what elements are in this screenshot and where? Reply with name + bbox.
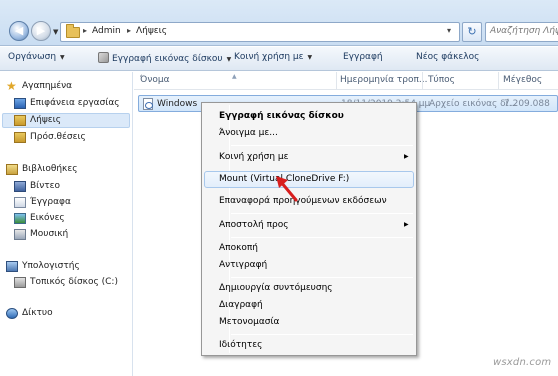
organize-label: Οργάνωση (8, 52, 57, 62)
nav-local-disk[interactable]: Τοπικός δίσκος (C:) (14, 277, 118, 288)
menu-separator (231, 277, 413, 278)
disc-image-file-icon (143, 98, 153, 110)
column-divider[interactable] (422, 72, 423, 90)
nav-computer[interactable]: Υπολογιστής (6, 261, 80, 272)
menu-item-delete[interactable]: Διαγραφή (219, 300, 263, 310)
nav-label: Λήψεις (30, 115, 61, 125)
search-placeholder: Αναζήτηση Λήψεις (490, 26, 558, 36)
music-icon (14, 229, 26, 240)
column-header-bar: Όνομα Ημερομηνία τροπ... Τύπος Μέγεθος (134, 72, 558, 90)
sort-arrow-icon: ▲ (232, 73, 237, 80)
organize-button[interactable]: Οργάνωση ▼ (8, 52, 65, 62)
nav-recent-places[interactable]: Πρόσ.θέσεις (14, 132, 86, 143)
chevron-down-icon: ▼ (60, 54, 65, 61)
chevron-right-icon[interactable]: ▸ (83, 26, 87, 35)
search-input[interactable]: Αναζήτηση Λήψεις (485, 22, 558, 42)
refresh-button[interactable]: ↻ (462, 22, 482, 42)
nav-label: Δίκτυο (22, 308, 53, 318)
command-bar: Οργάνωση ▼ Εγγραφή εικόνας δίσκου ▼ Κοινή … (0, 47, 558, 71)
nav-label: Τοπικός δίσκος (C:) (30, 277, 118, 287)
column-divider[interactable] (336, 72, 337, 90)
folder-icon (66, 24, 80, 38)
menu-item-properties[interactable]: Ιδιότητες (219, 340, 262, 350)
chevron-down-icon: ▼ (226, 56, 232, 63)
downloads-folder-icon (14, 115, 26, 126)
menu-separator (231, 145, 413, 146)
menu-separator (231, 237, 413, 238)
disc-image-icon (98, 52, 109, 63)
star-icon: ★ (6, 79, 17, 93)
menu-item-rename[interactable]: Μετονομασία (219, 317, 279, 327)
desktop-icon (14, 98, 26, 109)
nav-network[interactable]: Δίκτυο (6, 308, 53, 319)
nav-label: Υπολογιστής (22, 261, 80, 271)
burn-button[interactable]: Εγγραφή (343, 52, 383, 62)
navigation-pane: ★ Αγαπημένα Επιφάνεια εργασίας Λήψεις Πρό… (0, 72, 133, 376)
menu-item-restore-previous-versions[interactable]: Επαναφορά προηγούμενων εκδόσεων (219, 196, 387, 206)
nav-downloads[interactable]: Λήψεις (14, 115, 61, 126)
menu-item-copy[interactable]: Αντιγραφή (219, 260, 267, 270)
nav-label: Βίντεο (30, 181, 61, 191)
menu-item-cut[interactable]: Αποκοπή (219, 243, 258, 253)
nav-label: Βιβλιοθήκες (22, 164, 78, 174)
file-name: Windows (157, 99, 198, 109)
breadcrumb-admin[interactable]: Admin (92, 26, 121, 36)
menu-item-burn-image[interactable]: Εγγραφή εικόνας δίσκου (219, 111, 344, 121)
hard-disk-icon (14, 277, 26, 288)
column-type[interactable]: Τύπος (428, 75, 455, 85)
nav-label: Πρόσ.θέσεις (30, 132, 86, 142)
watermark: wsxdn.com (493, 357, 552, 368)
nav-desktop[interactable]: Επιφάνεια εργασίας (14, 98, 120, 109)
column-date[interactable]: Ημερομηνία τροπ... (340, 75, 428, 85)
column-size[interactable]: Μέγεθος (503, 75, 542, 85)
nav-label: Εικόνες (30, 213, 65, 223)
address-bar: ◀ ▶ ▼ ▸ Admin ▸ Λήψεις ▾ ↻ Αναζήτηση Λήψ… (0, 0, 558, 46)
red-arrow-icon (276, 176, 298, 202)
documents-icon (14, 197, 26, 208)
context-menu: Εγγραφή εικόνας δίσκου Άνοιγμα με... Κοι… (201, 102, 417, 356)
menu-item-create-shortcut[interactable]: Δημιουργία συντόμευσης (219, 283, 333, 293)
nav-favorites[interactable]: ★ Αγαπημένα (6, 80, 73, 92)
video-icon (14, 181, 26, 192)
burn-image-label: Εγγραφή εικόνας δίσκου (112, 54, 223, 64)
chevron-down-icon[interactable]: ▾ (447, 26, 451, 35)
burn-image-button[interactable]: Εγγραφή εικόνας δίσκου ▼ (98, 52, 231, 64)
recent-places-icon (14, 132, 26, 143)
nav-libraries[interactable]: Βιβλιοθήκες (6, 164, 78, 175)
nav-documents[interactable]: Έγγραφα (14, 197, 71, 208)
nav-music[interactable]: Μουσική (14, 229, 69, 240)
network-icon (6, 308, 18, 319)
nav-label: Αγαπημένα (22, 81, 73, 91)
path-box[interactable]: ▸ Admin ▸ Λήψεις ▾ (60, 22, 460, 42)
submenu-arrow-icon: ▶ (404, 221, 409, 228)
menu-separator (231, 213, 413, 214)
library-icon (6, 164, 18, 175)
computer-icon (6, 261, 18, 272)
nav-videos[interactable]: Βίντεο (14, 181, 61, 192)
share-with-label: Κοινή χρήση με (234, 52, 304, 62)
chevron-right-icon[interactable]: ▸ (127, 26, 131, 35)
nav-label: Έγγραφα (30, 197, 71, 207)
nav-pictures[interactable]: Εικόνες (14, 213, 65, 224)
menu-item-share-with[interactable]: Κοινή χρήση με (219, 152, 289, 162)
file-size: 7.209.088 (504, 99, 550, 109)
chevron-down-icon: ▼ (307, 54, 313, 61)
share-with-button[interactable]: Κοινή χρήση με ▼ (234, 52, 312, 62)
new-folder-button[interactable]: Νέος φάκελος (416, 52, 479, 62)
breadcrumb-downloads[interactable]: Λήψεις (136, 26, 167, 36)
menu-item-open-with[interactable]: Άνοιγμα με... (219, 128, 278, 138)
menu-item-send-to[interactable]: Αποστολή προς (219, 220, 289, 230)
back-button[interactable]: ◀ (9, 21, 29, 41)
nav-label: Μουσική (30, 229, 69, 239)
menu-separator (231, 334, 413, 335)
column-name[interactable]: Όνομα (140, 75, 170, 85)
submenu-arrow-icon: ▶ (404, 153, 409, 160)
pictures-icon (14, 213, 26, 224)
recent-pages-dropdown-icon[interactable]: ▼ (53, 28, 58, 36)
column-divider[interactable] (498, 72, 499, 90)
forward-button[interactable]: ▶ (31, 21, 51, 41)
nav-label: Επιφάνεια εργασίας (30, 98, 120, 108)
